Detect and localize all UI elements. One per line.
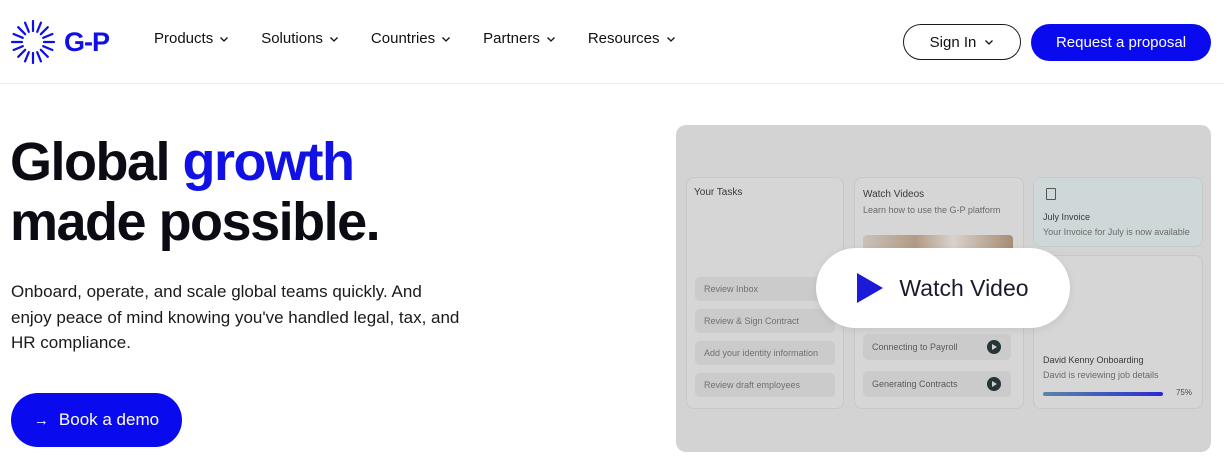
nav-countries[interactable]: Countries bbox=[371, 30, 451, 47]
nav-products[interactable]: Products bbox=[154, 30, 229, 47]
video-item-label: Connecting to Payroll bbox=[872, 342, 958, 352]
nav-countries-label: Countries bbox=[370, 30, 436, 47]
chevron-down-icon bbox=[442, 36, 451, 42]
request-proposal-button[interactable]: Request a proposal bbox=[1031, 24, 1211, 61]
logo-text: G-P bbox=[64, 26, 110, 57]
chevron-down-icon bbox=[220, 36, 229, 42]
play-circle-icon bbox=[987, 340, 1001, 354]
nav-resources[interactable]: Resources bbox=[588, 30, 676, 47]
invoice-card: July Invoice Your Invoice for July is no… bbox=[1033, 177, 1203, 247]
video-item: Generating Contracts bbox=[863, 371, 1011, 397]
chevron-down-icon bbox=[985, 40, 994, 45]
nav-solutions[interactable]: Solutions bbox=[261, 30, 339, 47]
book-demo-label: Book a demo bbox=[58, 410, 160, 429]
site-header: G-P Products Solutions Countries Partner… bbox=[0, 0, 1224, 84]
play-circle-icon bbox=[987, 377, 1001, 391]
invoice-title: July Invoice bbox=[1043, 212, 1091, 222]
nav-products-label: Products bbox=[154, 30, 214, 47]
gp-logo[interactable]: G-P bbox=[10, 19, 110, 65]
video-item-label: Generating Contracts bbox=[872, 379, 958, 389]
chevron-down-icon bbox=[329, 36, 338, 42]
chevron-down-icon bbox=[666, 36, 675, 42]
hero-subtitle: Onboard, operate, and scale global teams… bbox=[11, 282, 460, 352]
nav-partners[interactable]: Partners bbox=[483, 30, 556, 47]
task-item: Review Inbox bbox=[695, 277, 835, 301]
sign-in-label: Sign In bbox=[929, 33, 977, 51]
watch-video-label: Watch Video bbox=[899, 274, 1029, 301]
sign-in-button[interactable]: Sign In bbox=[903, 24, 1021, 60]
hero-title: Global growth made possible. bbox=[10, 132, 381, 252]
onboarding-progress-bar bbox=[1043, 392, 1163, 396]
main-nav: Products Solutions Countries Partners Re… bbox=[154, 30, 708, 47]
task-item: Review & Sign Contract bbox=[695, 309, 835, 333]
onboarding-title: David Kenny Onboarding bbox=[1043, 355, 1144, 365]
book-demo-button[interactable]: → Book a demo bbox=[11, 393, 182, 447]
watch-videos-subtitle: Learn how to use the G-P platform bbox=[863, 205, 1001, 215]
video-item: Connecting to Payroll bbox=[863, 334, 1011, 360]
video-preview[interactable]: Your Tasks Review Inbox Review & Sign Co… bbox=[676, 125, 1211, 452]
nav-partners-label: Partners bbox=[483, 30, 540, 47]
task-item: Add your identity information bbox=[695, 341, 835, 365]
document-icon bbox=[1046, 188, 1056, 200]
hero-title-line2: made possible. bbox=[10, 192, 381, 252]
onboarding-progress-label: 75% bbox=[1175, 388, 1192, 397]
invoice-subtitle: Your Invoice for July is now available bbox=[1043, 227, 1190, 237]
task-item: Review draft employees bbox=[695, 373, 835, 397]
arrow-right-icon: → bbox=[33, 411, 49, 429]
chevron-down-icon bbox=[546, 36, 555, 42]
hero-title-accent: growth bbox=[182, 132, 355, 192]
sunburst-logo-icon bbox=[10, 19, 56, 65]
play-icon bbox=[857, 273, 884, 303]
tasks-title: Your Tasks bbox=[694, 187, 743, 198]
hero-title-part1: Global bbox=[10, 132, 183, 192]
watch-videos-title: Watch Videos bbox=[863, 189, 925, 200]
nav-solutions-label: Solutions bbox=[261, 30, 323, 47]
onboarding-subtitle: David is reviewing job details bbox=[1043, 370, 1159, 380]
watch-video-button[interactable]: Watch Video bbox=[816, 248, 1070, 328]
nav-resources-label: Resources bbox=[587, 30, 660, 47]
